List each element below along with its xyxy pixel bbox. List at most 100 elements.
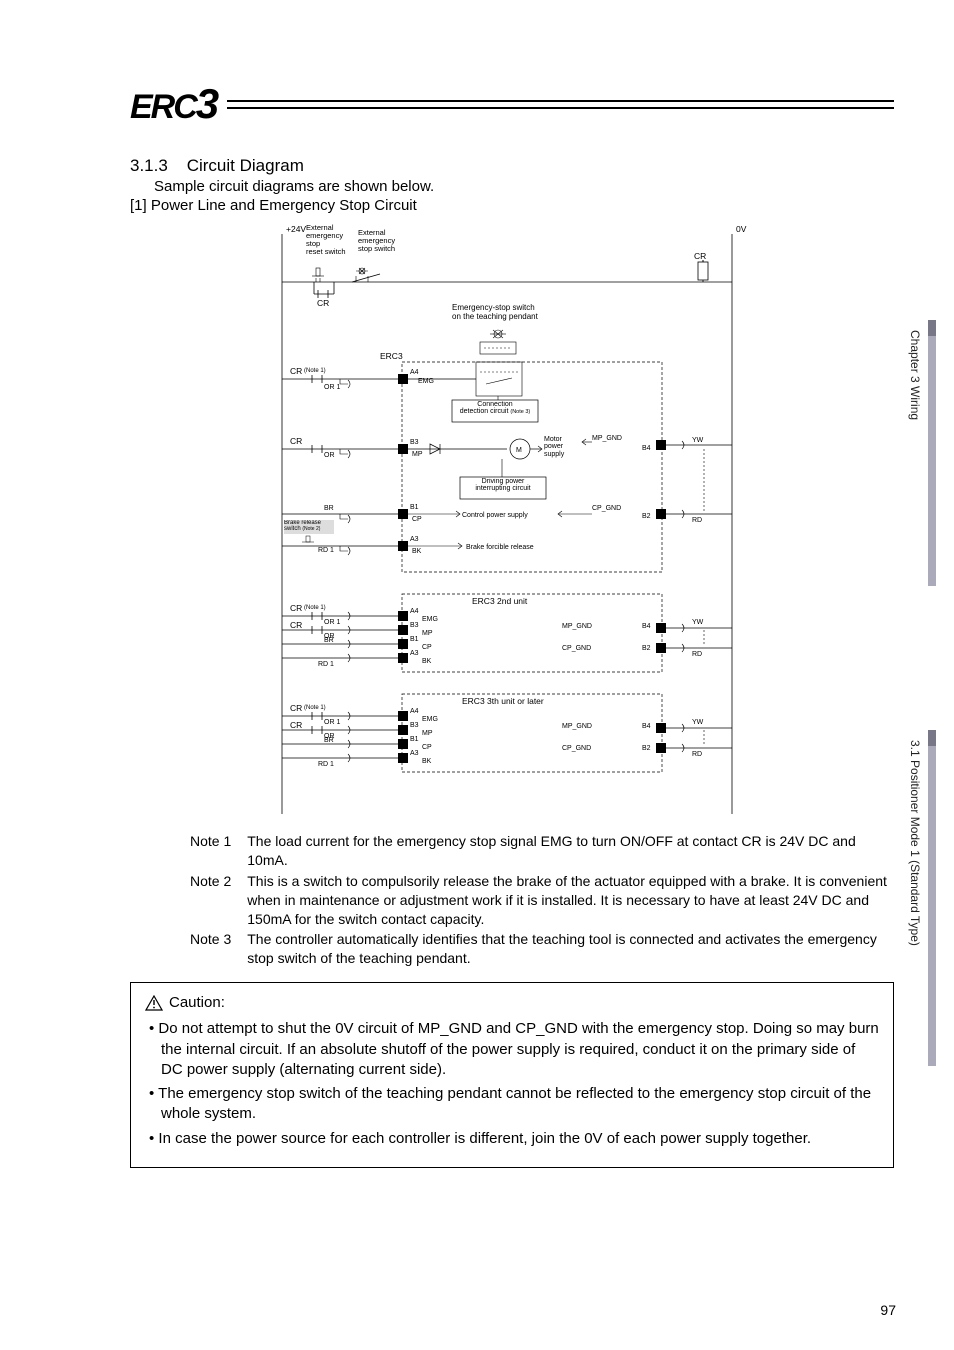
svg-text:B3: B3 (410, 622, 419, 629)
svg-text:CR: CR (290, 720, 302, 730)
section-title-row: 3.1.3 Circuit Diagram (130, 156, 894, 176)
svg-text:CP: CP (422, 644, 432, 651)
svg-text:M: M (516, 447, 522, 454)
svg-text:CP_GND: CP_GND (562, 645, 591, 652)
a3-label: A3 (410, 536, 419, 543)
caution-item: In case the power source for each contro… (161, 1129, 879, 1149)
svg-text:YW: YW (692, 619, 704, 626)
rail-zero-label: 0V (736, 224, 747, 234)
unit3-label: ERC3 3th unit or later (462, 696, 544, 706)
svg-text:CR: CR (290, 620, 302, 630)
cp-label: CP (412, 516, 422, 523)
caution-item: The emergency stop switch of the teachin… (161, 1084, 879, 1125)
svg-text:OR 1: OR 1 (324, 719, 340, 726)
b3-label: B3 (410, 439, 419, 446)
b4-label: B4 (642, 445, 651, 452)
svg-text:BR: BR (324, 737, 334, 744)
unit2-label: ERC3 2nd unit (472, 596, 528, 606)
br-cp-label: BR (324, 505, 334, 512)
warning-icon (145, 995, 163, 1011)
svg-text:EMG: EMG (422, 616, 438, 623)
svg-text:RD 1: RD 1 (318, 661, 334, 668)
svg-text:MP_GND: MP_GND (562, 723, 592, 730)
cps-label: Control power supply (462, 512, 528, 519)
svg-text:A3: A3 (410, 750, 419, 757)
svg-text:(Note 1): (Note 1) (304, 605, 326, 611)
svg-text:RD 1: RD 1 (318, 761, 334, 768)
drive-int-label: Driving powerinterrupting circuit (462, 478, 544, 493)
sidebar-section: 3.1 Positioner Mode 1 (Standard Type) (908, 740, 922, 946)
svg-text:EMG: EMG (422, 716, 438, 723)
mp-label: MP (412, 451, 423, 458)
rail-plus-label: +24V (286, 224, 306, 234)
note-label: Note 1 (190, 832, 231, 870)
cr-mp-label: CR (290, 436, 302, 446)
svg-text:MP: MP (422, 630, 433, 637)
cpgnd-label: CP_GND (592, 505, 621, 512)
svg-text:B4: B4 (642, 723, 651, 730)
svg-text:A3: A3 (410, 650, 419, 657)
svg-text:(Note 1): (Note 1) (304, 705, 326, 711)
notes: Note 1 The load current for the emergenc… (190, 832, 894, 968)
svg-text:B1: B1 (410, 736, 419, 743)
ext-stop-label: Externalemergencystop switch (358, 229, 418, 253)
erc3-label: ERC3 (380, 351, 403, 361)
note1-sup: (Note 1) (304, 368, 326, 374)
b1-label: B1 (410, 504, 419, 511)
svg-text:B3: B3 (410, 722, 419, 729)
svg-text:OR 1: OR 1 (324, 619, 340, 626)
note-text: The controller automatically identifies … (247, 930, 894, 968)
svg-text:B2: B2 (642, 645, 651, 652)
b2-label: B2 (642, 513, 651, 520)
svg-text:CP: CP (422, 744, 432, 751)
estop-pendant-label: Emergency-stop switchon the teaching pen… (452, 304, 582, 322)
note-text: This is a switch to compulsorily release… (247, 872, 894, 929)
svg-text:B2: B2 (642, 745, 651, 752)
caution-label: Caution: (169, 993, 225, 1013)
section-part: [1] Power Line and Emergency Stop Circui… (130, 197, 894, 214)
svg-text:YW: YW (692, 719, 704, 726)
caution-item: Do not attempt to shut the 0V circuit of… (161, 1019, 879, 1080)
or-mp-label: OR (324, 452, 335, 459)
svg-text:MP: MP (422, 730, 433, 737)
svg-text:BK: BK (422, 758, 432, 765)
rd1-label: RD 1 (318, 547, 334, 554)
svg-text:RD: RD (692, 651, 702, 658)
caution-heading: Caution: (145, 993, 879, 1013)
svg-text:CR: CR (290, 703, 302, 713)
bk-label: BK (412, 548, 422, 555)
section-title: Circuit Diagram (187, 156, 304, 175)
or1-label: OR 1 (324, 384, 340, 391)
header-rule (227, 100, 894, 109)
svg-text:A4: A4 (410, 708, 419, 715)
svg-text:B1: B1 (410, 636, 419, 643)
mpgnd-label: MP_GND (592, 435, 622, 442)
brake-forcible-label: Brake forcible release (466, 544, 534, 551)
yw-label: YW (692, 437, 704, 444)
cr-emg-label: CR (290, 366, 302, 376)
ext-reset-label: Externalemergencystopreset switch (306, 224, 366, 256)
logo: ERC3 (130, 80, 217, 128)
caution-box: Caution: Do not attempt to shut the 0V c… (130, 982, 894, 1168)
sidebar-chapter: Chapter 3 Wiring (908, 330, 922, 420)
header-row: ERC3 (130, 80, 894, 128)
motor-ps-label: Motorpowersupply (544, 436, 580, 458)
page-number: 97 (880, 1302, 896, 1318)
svg-text:BK: BK (422, 658, 432, 665)
svg-text:MP_GND: MP_GND (562, 623, 592, 630)
svg-text:RD: RD (692, 751, 702, 758)
svg-text:BR: BR (324, 637, 334, 644)
conn-det-label: Connectiondetection circuit (Note 3) (454, 401, 536, 416)
svg-text:CP_GND: CP_GND (562, 745, 591, 752)
svg-text:CR: CR (290, 603, 302, 613)
section-subtitle: Sample circuit diagrams are shown below. (154, 178, 894, 195)
a4-label: A4 (410, 369, 419, 376)
cr-top-label: CR (317, 298, 329, 308)
cr-right-label: CR (694, 251, 706, 261)
diagram: +24V 0V Externalemergencystopreset switc… (130, 224, 894, 814)
brake-rel-label: Brake releaseswitch (Note 2) (284, 520, 334, 533)
svg-text:A4: A4 (410, 608, 419, 615)
note-label: Note 3 (190, 930, 231, 968)
note-label: Note 2 (190, 872, 231, 929)
section-number: 3.1.3 (130, 156, 168, 175)
